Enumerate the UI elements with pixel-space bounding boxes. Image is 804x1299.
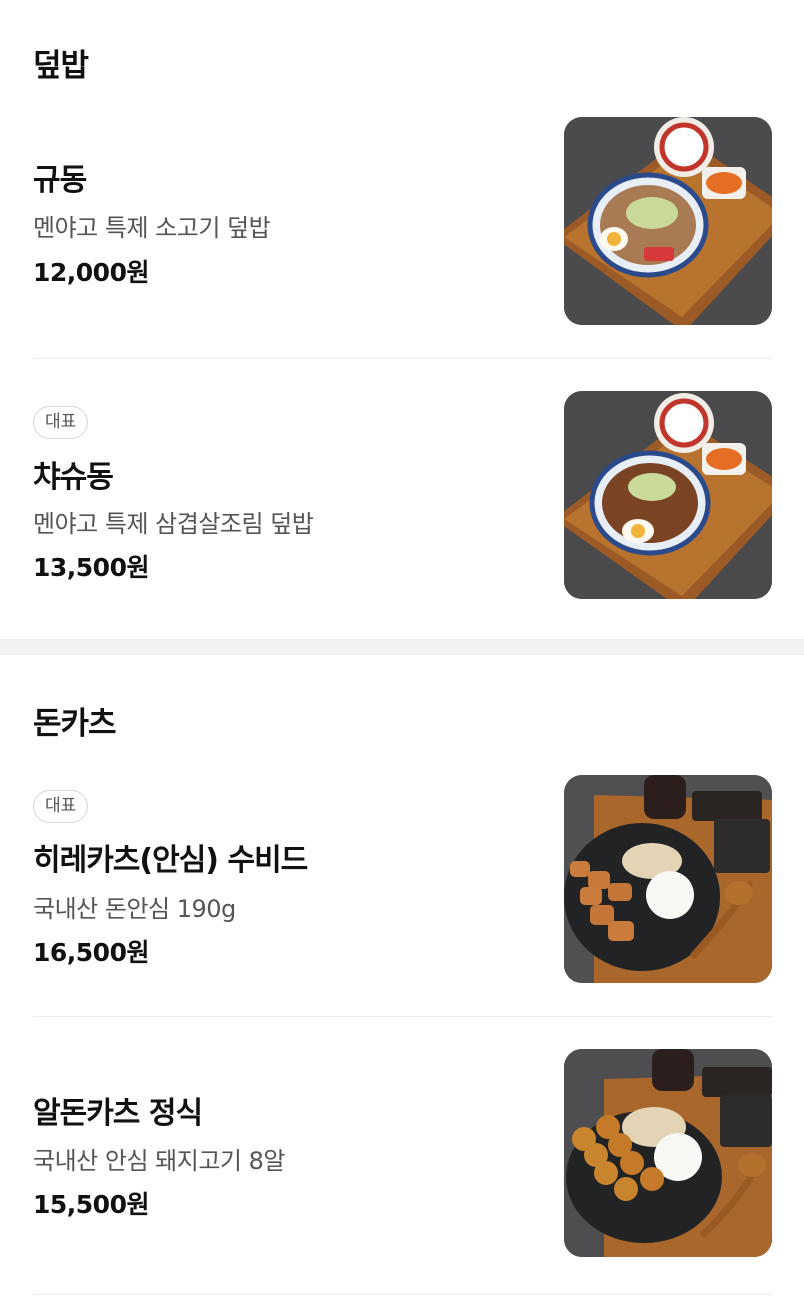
menu-item-description: 국내산 돈안심 190g — [33, 895, 236, 923]
chashudon-bowl-photo — [564, 391, 772, 599]
item-divider — [33, 358, 772, 359]
menu-item-name: 규동 — [33, 163, 87, 198]
item-divider — [33, 1294, 772, 1295]
menu-item-description: 멘야고 특제 삼겹살조림 덮밥 — [33, 510, 314, 538]
menu-item-name: 히레카츠(안심) 수비드 — [33, 843, 308, 878]
section-divider — [0, 639, 804, 655]
signature-badge: 대표 — [33, 406, 89, 439]
menu-item-name: 챠슈동 — [33, 460, 114, 495]
aldonkatsu-plate-photo — [564, 1049, 772, 1257]
menu-item-price: 16,500원 — [33, 938, 149, 967]
gyudon-bowl-photo — [564, 117, 772, 325]
signature-badge: 대표 — [33, 790, 89, 823]
menu-item-name: 알돈카츠 정식 — [33, 1096, 203, 1131]
hirekatsu-plate-photo — [564, 775, 772, 983]
item-divider — [33, 1016, 772, 1017]
menu-item-price: 12,000원 — [33, 258, 149, 287]
menu-item-description: 멘야고 특제 소고기 덮밥 — [33, 214, 271, 242]
section-title-donkatsu: 돈카츠 — [33, 706, 117, 742]
section-title-deopbap: 덮밥 — [33, 48, 89, 84]
menu-item-price: 15,500원 — [33, 1190, 149, 1219]
menu-item-description: 국내산 안심 돼지고기 8알 — [33, 1147, 285, 1175]
menu-item-price: 13,500원 — [33, 553, 149, 582]
